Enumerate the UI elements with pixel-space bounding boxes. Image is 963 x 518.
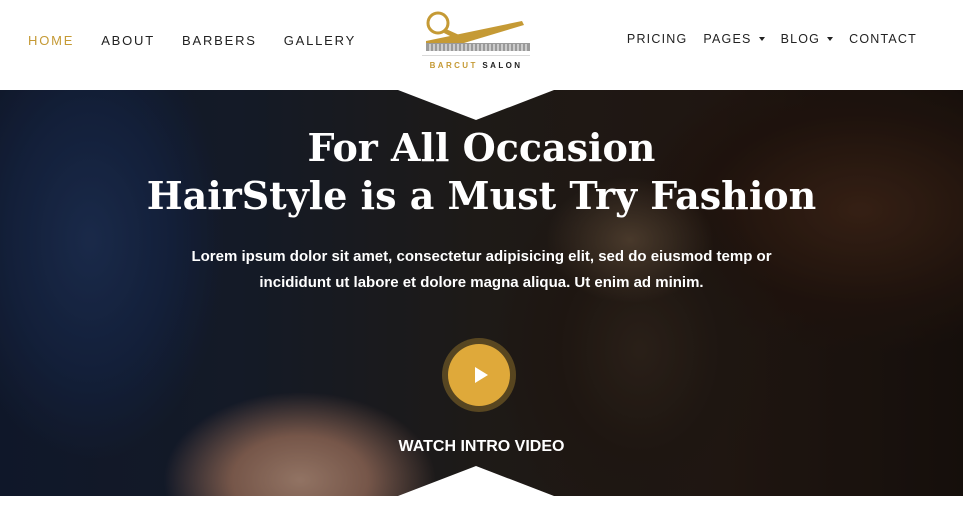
nav-contact[interactable]: CONTACT [849, 32, 917, 46]
nav-barbers[interactable]: BARBERS [182, 33, 257, 48]
logo-word-salon: SALON [482, 61, 523, 70]
chevron-down-icon [758, 37, 765, 41]
site-header: HOME ABOUT BARBERS GALLERY BARCUT SALON … [0, 0, 963, 90]
page-bottom-strip [0, 496, 963, 518]
logo-divider [422, 55, 530, 56]
play-video-button[interactable] [448, 344, 510, 406]
nav-pricing-label: PRICING [626, 32, 688, 46]
watch-intro-video-link[interactable]: WATCH INTRO VIDEO [0, 438, 963, 456]
logo-wordmark: BARCUT SALON [418, 61, 534, 70]
play-icon [474, 367, 488, 383]
hero-title-line2: HairStyle is a Must Try Fashion [146, 173, 817, 218]
hero-title-line1: For All Occasion [307, 125, 656, 170]
scissors-comb-icon [426, 11, 530, 51]
site-logo[interactable]: BARCUT SALON [418, 9, 534, 73]
chevron-down-icon [827, 37, 834, 41]
main-nav-right: PRICING PAGES BLOG CONTACT [611, 32, 917, 46]
nav-contact-label: CONTACT [849, 32, 917, 46]
hero-notch-bottom [398, 466, 554, 496]
hero-notch-top [398, 90, 554, 120]
nav-home[interactable]: HOME [28, 33, 74, 48]
nav-pages[interactable]: PAGES [703, 32, 765, 46]
nav-blog[interactable]: BLOG [781, 32, 834, 46]
nav-about[interactable]: ABOUT [101, 33, 155, 48]
hero-description-line1: Lorem ipsum dolor sit amet, consectetur … [191, 248, 772, 265]
nav-gallery[interactable]: GALLERY [284, 33, 356, 48]
nav-blog-label: BLOG [780, 32, 821, 46]
nav-pages-label: PAGES [703, 32, 752, 46]
nav-pricing[interactable]: PRICING [627, 32, 688, 46]
hero-description-line2: incididunt ut labore et dolore magna ali… [259, 274, 704, 291]
logo-word-barcut: BARCUT [429, 61, 478, 70]
main-nav-left: HOME ABOUT BARBERS GALLERY [28, 33, 383, 48]
